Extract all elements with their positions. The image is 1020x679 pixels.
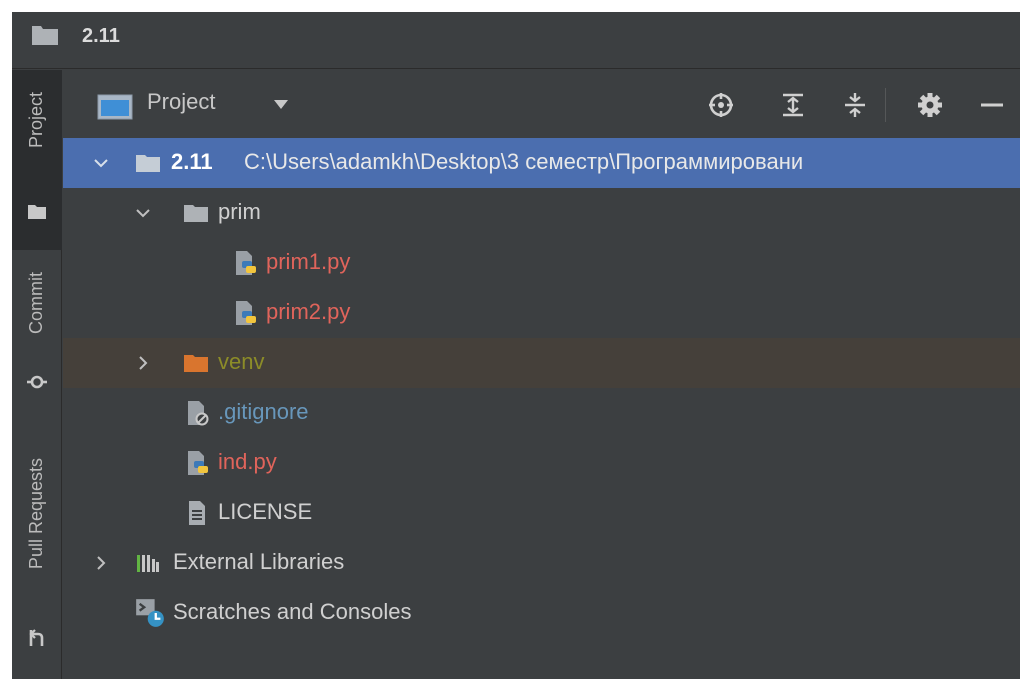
expand-all-icon (783, 93, 803, 117)
tool-tab-label: Pull Requests (26, 458, 46, 570)
file-name: prim1.py (266, 249, 351, 274)
node-label: Scratches and Consoles (173, 599, 412, 624)
project-panel: Project 2.11 C:\Users\adamkh\Desktop\3 с… (63, 70, 1020, 679)
tool-tab-label: Commit (26, 272, 46, 334)
ide-window: 2.11 Project Commit Pull Requests Projec… (12, 12, 1020, 679)
collapse-all-button[interactable] (838, 88, 872, 122)
settings-button[interactable] (913, 88, 947, 122)
tree-node-venv[interactable]: venv (63, 338, 1020, 388)
project-view-icon (97, 94, 133, 120)
gear-icon (918, 93, 942, 117)
root-folder-path: C:\Users\adamkh\Desktop\3 семестр\Програ… (244, 149, 804, 174)
tool-tab-project[interactable]: Project (12, 70, 62, 250)
collapse-all-icon (845, 93, 865, 117)
locate-icon (709, 93, 733, 117)
tree-node-ind[interactable]: ind.py (63, 438, 1020, 488)
chevron-right-icon[interactable] (93, 555, 109, 571)
excluded-folder-icon (184, 355, 208, 372)
locate-button[interactable] (704, 88, 738, 122)
folder-icon (32, 26, 58, 45)
tool-tab-label: Project (26, 92, 46, 149)
tree-node-prim1[interactable]: prim1.py (63, 238, 1020, 288)
folder-icon (28, 205, 46, 219)
tool-window-strip: Project Commit Pull Requests (12, 70, 62, 679)
folder-icon (184, 205, 208, 222)
chevron-down-icon[interactable] (135, 205, 151, 221)
chevron-down-icon[interactable] (93, 155, 109, 171)
commit-icon (27, 375, 47, 389)
tree-node-prim[interactable]: prim (63, 188, 1020, 238)
tree-node-license[interactable]: LICENSE (63, 488, 1020, 538)
node-label: External Libraries (173, 549, 345, 574)
ignore-file-icon (188, 401, 209, 426)
chevron-down-icon[interactable] (273, 98, 289, 110)
python-file-icon (188, 451, 208, 475)
file-name: .gitignore (218, 399, 309, 424)
file-name: LICENSE (218, 499, 313, 524)
tree-node-external-libraries[interactable]: External Libraries (63, 538, 1020, 588)
python-file-icon (236, 301, 256, 325)
folder-name: prim (218, 199, 261, 224)
tree-node-scratches[interactable]: Scratches and Consoles (63, 588, 1020, 638)
pull-request-icon (29, 629, 44, 646)
file-name: ind.py (218, 449, 277, 474)
text-file-icon (189, 501, 205, 525)
hide-panel-button[interactable] (975, 88, 1009, 122)
tree-node-gitignore[interactable]: .gitignore (63, 388, 1020, 438)
expand-all-button[interactable] (776, 88, 810, 122)
tree-node-prim2[interactable]: prim2.py (63, 288, 1020, 338)
title-bar: 2.11 (12, 12, 1020, 69)
scratches-icon (136, 599, 164, 627)
tool-tab-commit[interactable]: Commit (12, 260, 62, 400)
hide-icon (981, 103, 1003, 107)
file-name: prim2.py (266, 299, 351, 324)
library-icon (137, 555, 159, 572)
tool-tab-pull-requests[interactable]: Pull Requests (12, 450, 62, 660)
folder-name: venv (218, 349, 265, 374)
tree-node-root[interactable]: 2.11 C:\Users\adamkh\Desktop\3 семестр\П… (63, 138, 1020, 188)
folder-icon (136, 155, 160, 172)
project-title: 2.11 (82, 25, 120, 47)
panel-title[interactable]: Project (147, 89, 215, 115)
project-tree: 2.11 C:\Users\adamkh\Desktop\3 семестр\П… (63, 138, 1020, 679)
python-file-icon (236, 251, 256, 275)
chevron-right-icon[interactable] (135, 355, 151, 371)
toolbar-separator (885, 88, 886, 122)
root-folder-name: 2.11 (171, 149, 213, 174)
panel-header: Project (63, 70, 1020, 138)
